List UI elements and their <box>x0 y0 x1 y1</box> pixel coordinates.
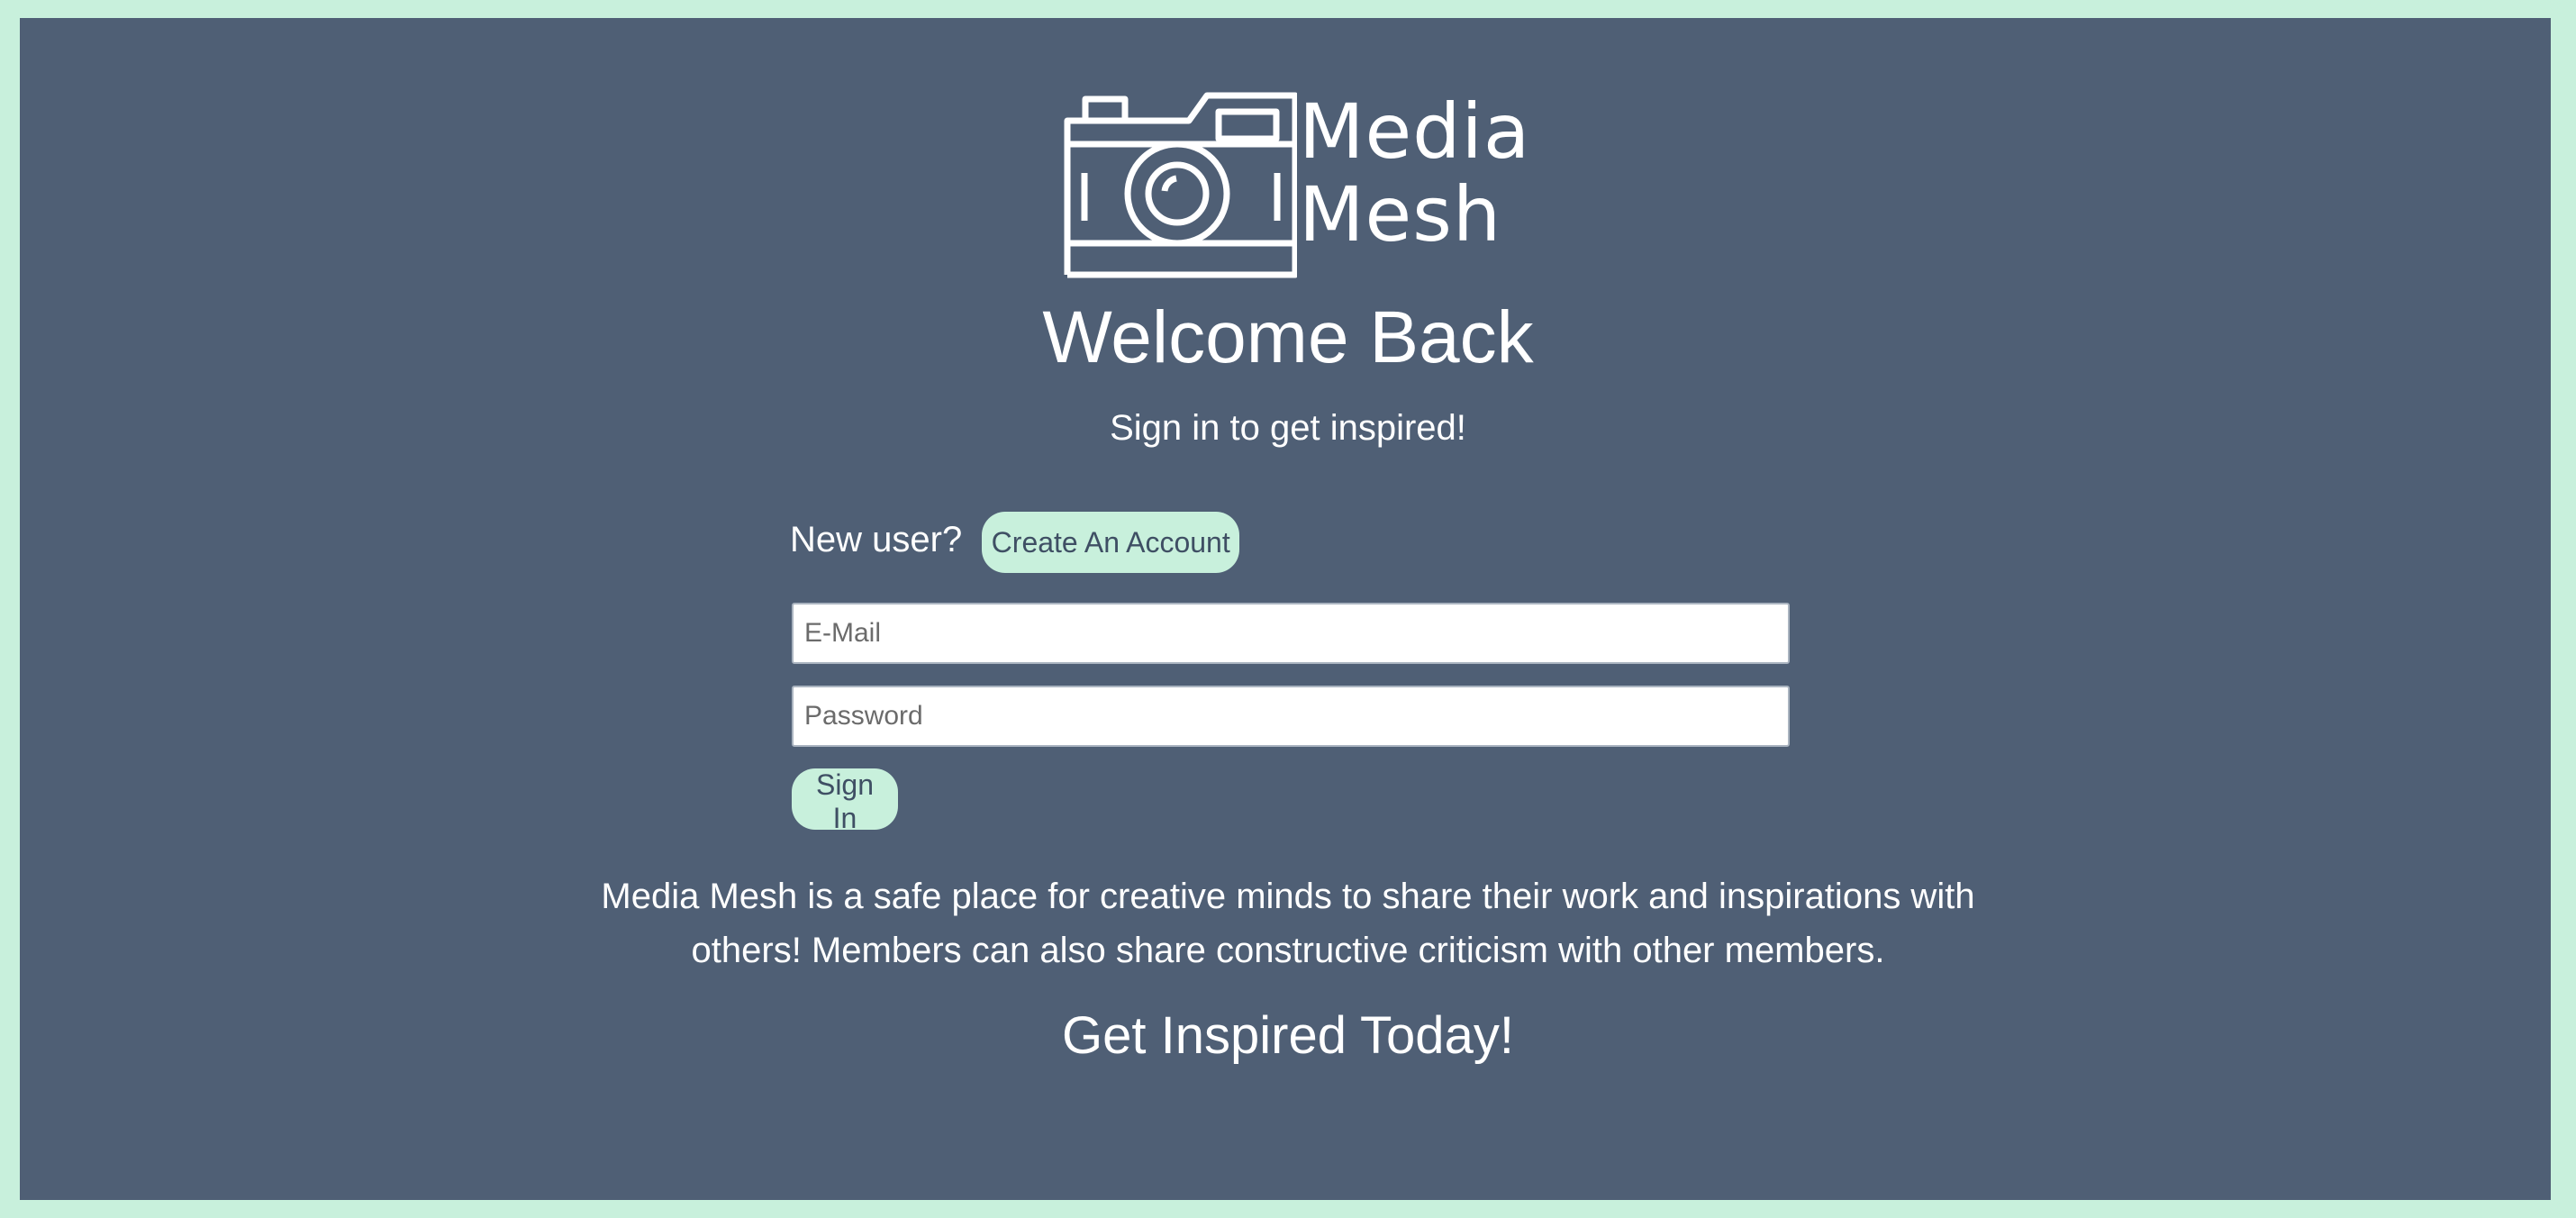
description-line1: Media Mesh is a safe place for creative … <box>601 877 1975 916</box>
password-field[interactable] <box>792 686 1790 747</box>
create-account-button[interactable]: Create An Account <box>982 512 1240 573</box>
email-field[interactable] <box>792 603 1790 664</box>
site-description: Media Mesh is a safe place for creative … <box>0 869 2576 977</box>
description-line2: others! Members can also share construct… <box>691 931 1885 970</box>
brand-name-line2: Mesh <box>1299 170 1502 259</box>
new-user-label: New user? <box>790 519 963 559</box>
sign-in-button[interactable]: Sign In <box>792 768 898 834</box>
brand-name: Media Mesh <box>1299 90 1530 256</box>
brand-name-line1: Media <box>1299 87 1531 176</box>
signup-row: New user? Create An Account <box>790 512 1240 573</box>
tagline: Get Inspired Today! <box>1062 1006 1514 1065</box>
page-subtitle: Sign in to get inspired! <box>1110 408 1466 448</box>
page-title: Welcome Back <box>1042 296 1534 378</box>
brand-logo: Media Mesh <box>1063 90 1531 284</box>
camera-icon <box>1064 92 1297 278</box>
